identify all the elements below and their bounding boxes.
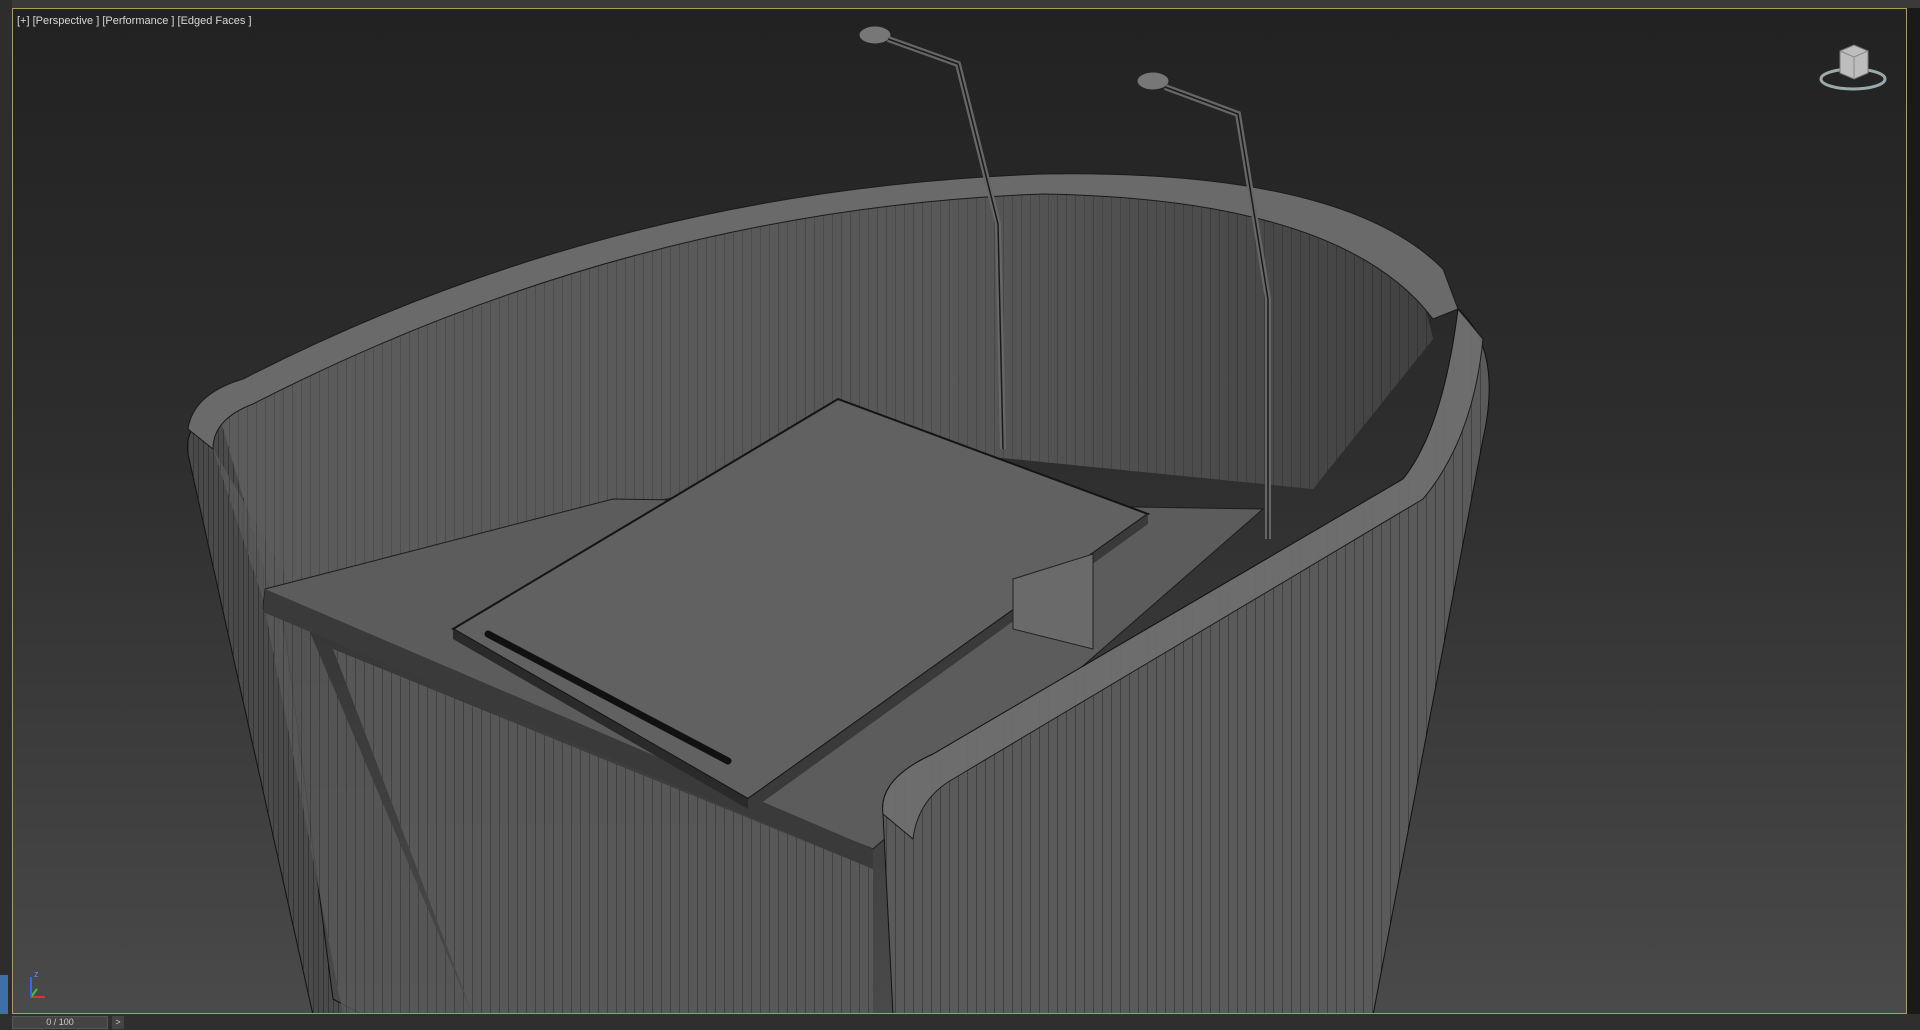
axis-z-label: z bbox=[34, 969, 39, 979]
time-bar bbox=[0, 1014, 1920, 1030]
viewport-plus-menu[interactable]: [+] bbox=[17, 15, 30, 27]
axis-tripod-icon: z bbox=[30, 969, 45, 998]
time-next-button[interactable]: > bbox=[112, 1016, 124, 1029]
viewport-label[interactable]: [+] [Perspective ] [Performance ] [Edged… bbox=[17, 15, 252, 27]
time-slider[interactable]: 0 / 100 bbox=[12, 1016, 108, 1029]
viewport-view-menu[interactable]: [Perspective ] bbox=[33, 15, 100, 27]
viewcube-icon[interactable] bbox=[1818, 37, 1888, 97]
podium-scene[interactable] bbox=[13, 9, 1907, 1014]
viewport-edges-menu[interactable]: [Edged Faces ] bbox=[178, 15, 252, 27]
left-panel-strip bbox=[0, 0, 12, 1030]
perspective-viewport[interactable]: [+] [Perspective ] [Performance ] [Edged… bbox=[12, 8, 1907, 1014]
selection-tab[interactable] bbox=[0, 975, 8, 1015]
viewport-shading-menu[interactable]: [Performance ] bbox=[102, 15, 174, 27]
top-toolbar-strip bbox=[0, 0, 1920, 8]
